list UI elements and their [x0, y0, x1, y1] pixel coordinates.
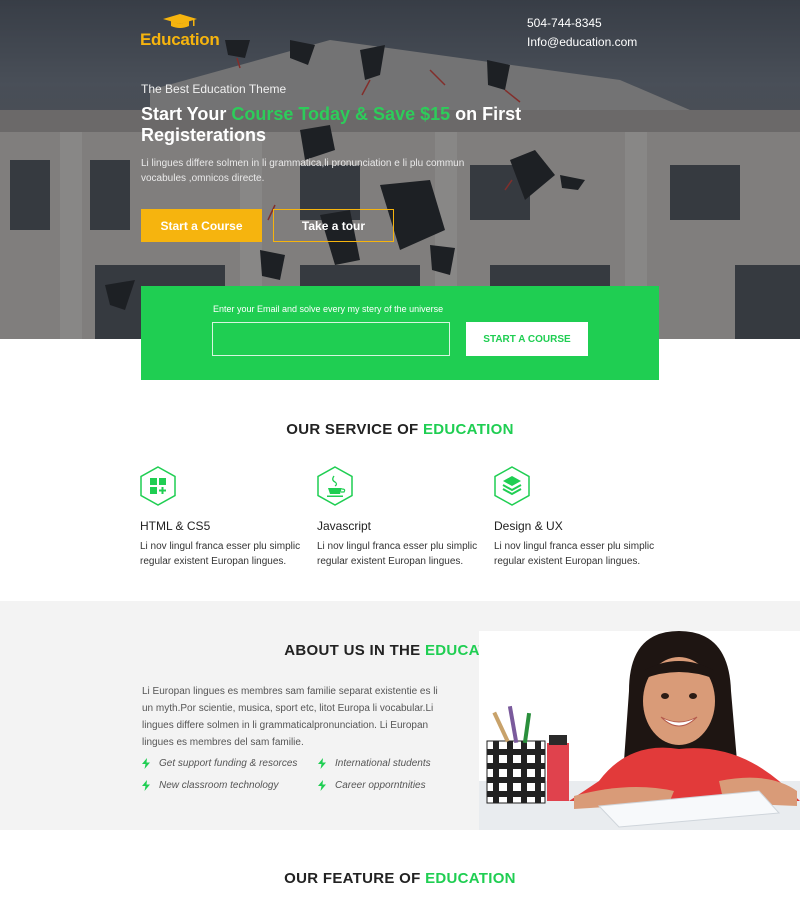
feature-label: International students [335, 758, 431, 769]
email-field[interactable] [212, 322, 450, 356]
hero-headline: Start Your Course Today & Save $15 on Fi… [141, 104, 581, 146]
take-tour-button[interactable]: Take a tour [273, 209, 394, 242]
phone-number[interactable]: 504-744-8345 [527, 14, 637, 33]
feature-item: New classroom technology [142, 780, 279, 791]
hero-lead-text: Li lingues differe solmen in li grammati… [141, 158, 465, 184]
java-cup-icon [317, 466, 353, 506]
subscribe-label: Enter your Email and solve every my ster… [213, 304, 444, 314]
services-title-text: OUR SERVICE OF [286, 421, 423, 438]
services-title: OUR SERVICE OF EDUCATION [0, 421, 800, 438]
service-description: Li nov lingul franca esser plu simplic r… [140, 541, 301, 567]
graduation-cap-icon [162, 14, 197, 28]
about-title-text: ABOUT US IN THE [284, 642, 425, 659]
service-name: Javascript [317, 519, 372, 533]
contact-info: 504-744-8345 Info@education.com [527, 14, 637, 52]
layers-icon [494, 466, 530, 506]
email-address[interactable]: Info@education.com [527, 33, 637, 52]
bolt-icon [318, 758, 326, 769]
logo[interactable]: Education [140, 14, 220, 50]
grid-plus-icon [140, 466, 176, 506]
service-card: HTML & CS5 Li nov lingul franca esser pl… [140, 466, 310, 569]
bolt-icon [318, 780, 326, 791]
headline-highlight: Course Today & Save $15 [231, 104, 451, 124]
student-photo [479, 631, 800, 830]
service-name: Design & UX [494, 519, 563, 533]
service-description: Li nov lingul franca esser plu simplic r… [317, 541, 478, 567]
feature-label: New classroom technology [159, 780, 279, 791]
about-paragraph: Li Europan lingues es membres sam famili… [142, 686, 438, 748]
feature-item: Career opporntnities [318, 780, 426, 791]
services-title-highlight: EDUCATION [422, 421, 514, 438]
hero-tagline: The Best Education Theme [141, 82, 287, 96]
service-card: Javascript Li nov lingul franca esser pl… [317, 466, 487, 569]
features-title-text: OUR FEATURE OF [284, 870, 426, 887]
features-title-highlight: EDUCATION [425, 870, 516, 887]
feature-item: International students [318, 758, 431, 769]
subscribe-box: Enter your Email and solve every my ster… [141, 286, 659, 380]
service-description: Li nov lingul franca esser plu simplic r… [494, 541, 655, 567]
headline-part1: Start Your [141, 104, 232, 124]
feature-item: Get support funding & resorces [142, 758, 297, 769]
feature-label: Get support funding & resorces [159, 758, 298, 769]
start-course-button[interactable]: Start a Course [141, 209, 262, 242]
service-card: Design & UX Li nov lingul franca esser p… [494, 466, 664, 569]
start-course-cta-button[interactable]: START A COURSE [466, 322, 588, 356]
student-illustration [479, 631, 800, 830]
bolt-icon [142, 780, 150, 791]
features-title: OUR FEATURE OF EDUCATION [0, 870, 800, 887]
service-name: HTML & CS5 [140, 519, 211, 533]
brand-name: Education [140, 30, 220, 49]
feature-label: Career opporntnities [335, 780, 426, 791]
bolt-icon [142, 758, 150, 769]
